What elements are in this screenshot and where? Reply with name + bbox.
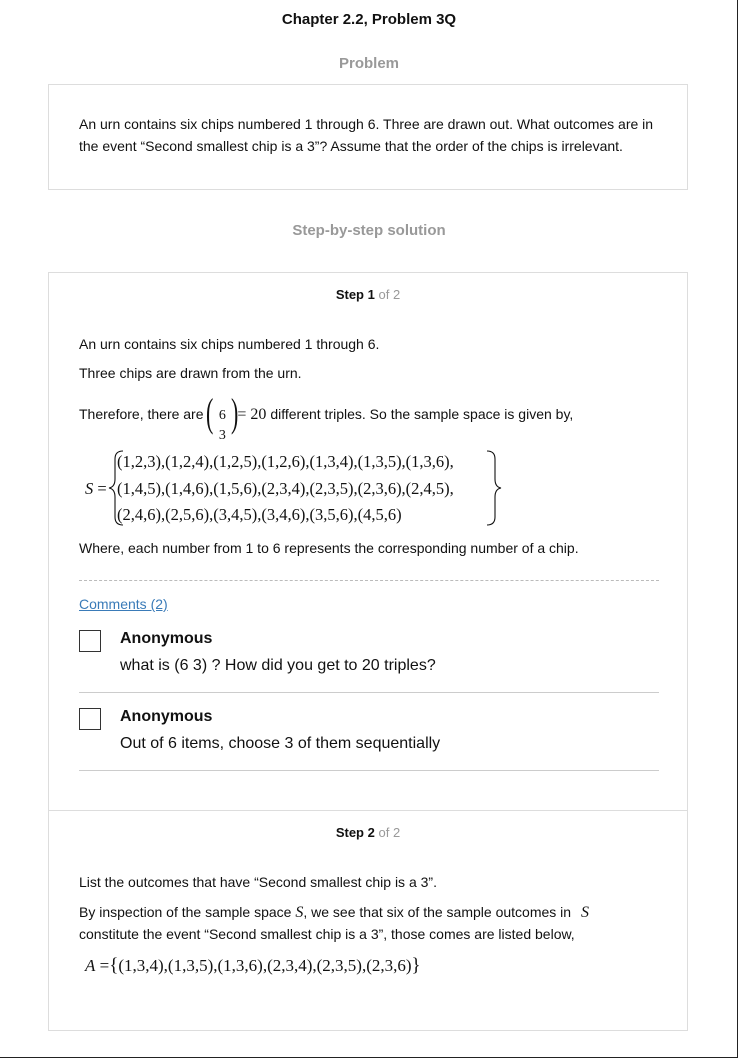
step-1-line-4: Where, each number from 1 to 6 represent…: [79, 540, 579, 556]
problem-heading: Problem: [338, 55, 399, 72]
solution-heading: Step-by-step solution: [292, 222, 446, 239]
comment-text: what is (6 3) ? How did you get to 20 tr…: [120, 657, 436, 674]
event-set-items: (1,3,4),(1,3,5),(1,3,6),(2,3,4),(2,3,5),…: [118, 956, 412, 975]
step-2-line-1: List the outcomes that have “Second smal…: [79, 874, 437, 890]
comment-divider: [79, 692, 659, 693]
set-row-3: (2,4,6),(2,5,6),(3,4,5),(3,4,6),(3,5,6),…: [117, 505, 402, 524]
step-2-line-3: constitute the event “Second smallest ch…: [79, 926, 575, 942]
event-set-name: A: [85, 956, 96, 975]
step-1-box: Step 1 of 2 An urn contains six chips nu…: [48, 272, 688, 811]
line-2-prefix: By inspection of the sample space: [79, 904, 292, 920]
line-2-middle: , we see that six of the sample outcomes…: [303, 904, 572, 920]
step-2-line-2: By inspection of the sample space S , we …: [79, 901, 589, 924]
comment-avatar-checkbox[interactable]: [79, 630, 101, 652]
step-2-box: Step 2 of 2 List the outcomes that have …: [48, 810, 688, 1031]
set-row-2: (1,4,5),(1,4,6),(1,5,6),(2,3,4),(2,3,5),…: [117, 479, 454, 498]
comment-avatar-checkbox[interactable]: [79, 708, 101, 730]
event-set: A ={(1,3,4),(1,3,5),(1,3,6),(2,3,4),(2,3…: [85, 955, 421, 977]
comment-author: Anonymous: [120, 630, 213, 647]
open-brace: {: [109, 955, 119, 976]
step-total: of 2: [378, 825, 401, 840]
event-set-equals: =: [99, 956, 110, 975]
problem-box: An urn contains six chips numbered 1 thr…: [48, 84, 688, 190]
page-title: Chapter 2.2, Problem 3Q: [281, 11, 457, 28]
comment-author: Anonymous: [120, 708, 213, 725]
problem-text: An urn contains six chips numbered 1 thr…: [79, 116, 654, 154]
set-row-1: (1,2,3),(1,2,4),(1,2,5),(1,2,6),(1,3,4),…: [117, 452, 454, 471]
comments-link[interactable]: Comments (2): [79, 596, 168, 612]
step-number: 2: [367, 825, 375, 840]
comment-text: Out of 6 items, choose 3 of them sequent…: [120, 735, 441, 752]
step-2-label: Step 2 of 2: [49, 825, 687, 840]
step-word: Step: [335, 825, 364, 840]
close-brace: }: [411, 955, 421, 976]
sample-space-var: S: [580, 904, 589, 921]
comment-divider: [79, 770, 659, 771]
dashed-divider: [79, 580, 659, 581]
